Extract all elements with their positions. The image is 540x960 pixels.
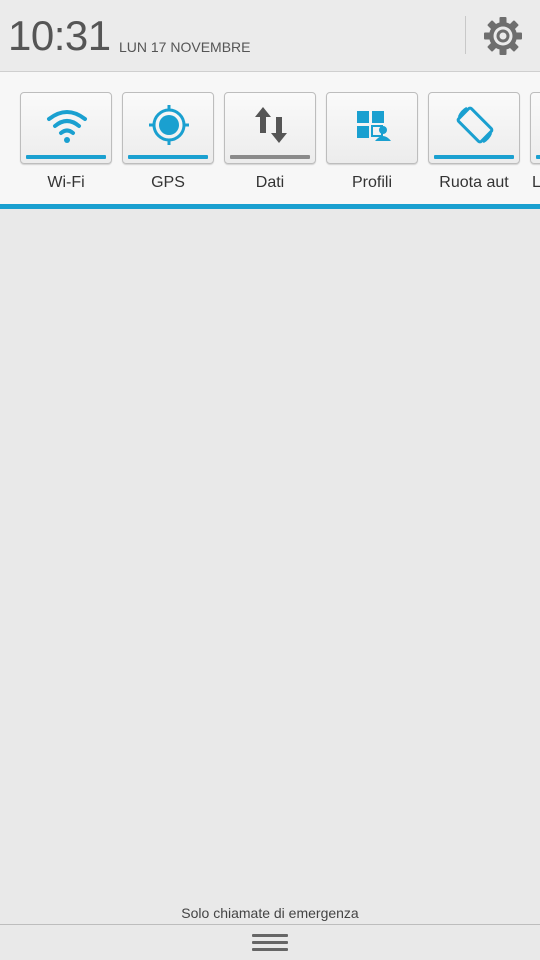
profiles-tile[interactable] [326,92,418,164]
toggle-gps[interactable]: GPS [122,92,214,192]
partial-tile[interactable] [530,92,540,164]
data-tile[interactable] [224,92,316,164]
rotate-tile[interactable] [428,92,520,164]
profiles-icon [357,111,391,141]
wifi-icon [47,110,87,143]
drag-handle-icon[interactable] [252,930,288,954]
footer-divider [0,924,540,925]
toggle-label: Wi-Fi [47,174,85,191]
gps-state-bar [128,155,208,159]
notification-header: 10:31 LUN 17 NOVEMBRE [0,0,540,72]
toggle-partial[interactable]: L [530,92,540,192]
wifi-state-bar [26,155,106,159]
gps-icon [149,105,189,145]
emergency-calls-text: Solo chiamate di emergenza [181,905,359,921]
header-divider [465,16,466,54]
partial-state-bar [536,155,540,159]
date-label: LUN 17 NOVEMBRE [119,39,251,55]
wifi-tile[interactable] [20,92,112,164]
accent-divider [0,204,540,209]
quick-settings-bar[interactable]: Wi-Fi GPS Dati Profili Ruota aut L [0,72,540,205]
toggle-ruota[interactable]: Ruota aut [428,92,520,192]
clock-time: 10:31 [8,12,111,59]
toggle-wifi[interactable]: Wi-Fi [20,92,112,192]
toggle-label: GPS [151,174,185,191]
toggle-dati[interactable]: Dati [224,92,316,192]
gps-tile[interactable] [122,92,214,164]
data-state-bar [230,155,310,159]
data-transfer-icon [255,107,287,143]
toggle-label: Profili [351,174,392,191]
toggle-label: L [532,174,540,191]
toggle-profili[interactable]: Profili [326,92,418,192]
toggle-label: Dati [255,174,285,191]
auto-rotate-icon [456,106,494,144]
settings-gear-icon[interactable] [482,15,524,57]
toggle-label: Ruota aut [439,174,509,191]
rotate-state-bar [434,155,514,159]
